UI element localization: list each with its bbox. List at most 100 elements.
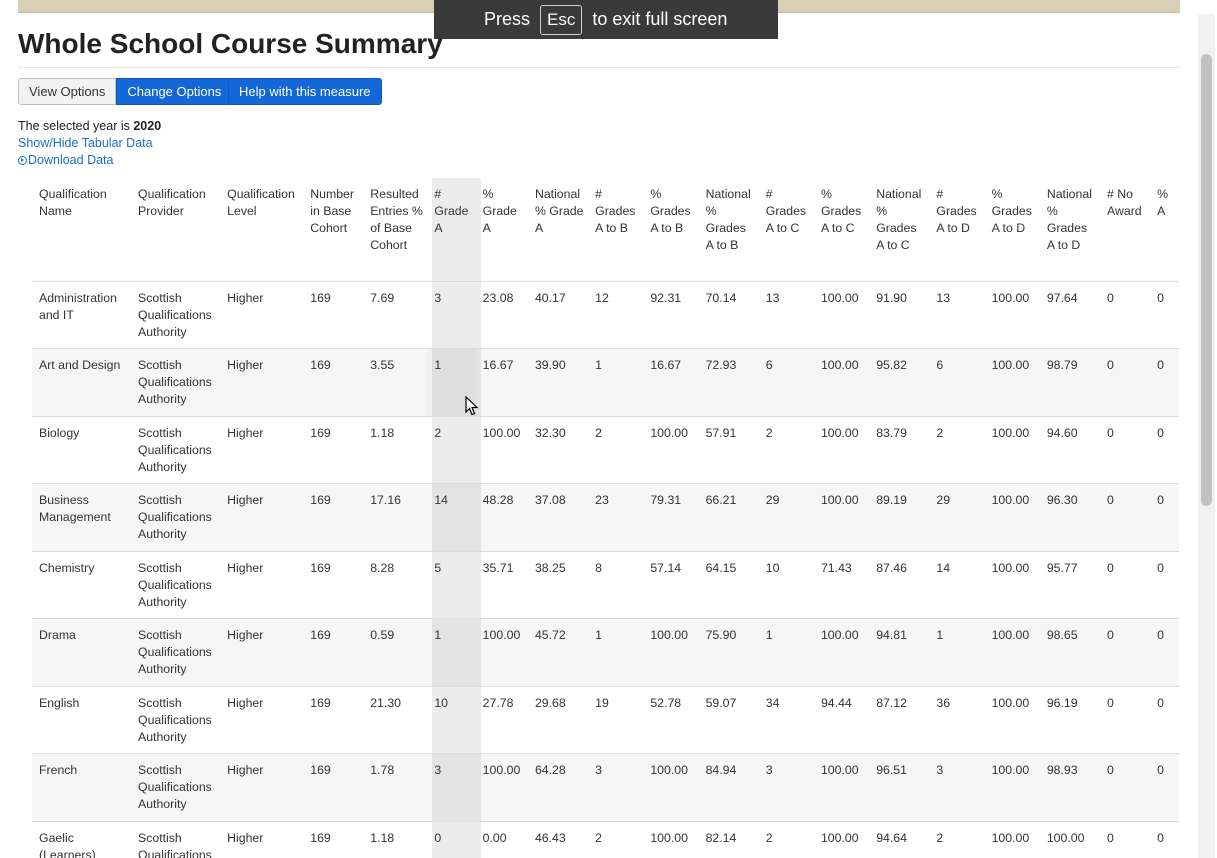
column-header[interactable]: # Grade A [427, 178, 475, 281]
column-header[interactable]: Qualification Level [220, 178, 303, 281]
table-cell: 100.00 [643, 753, 699, 821]
column-header[interactable]: National % Grades A to B [699, 178, 759, 281]
column-header[interactable]: % A [1150, 178, 1179, 281]
table-cell: English [32, 685, 131, 754]
table-cell: 27.78 [475, 685, 528, 754]
table-cell: 0 [1100, 483, 1151, 551]
table-row[interactable]: English Scottish Qualifications Authority… [32, 685, 1179, 754]
table-cell: Higher [220, 753, 304, 821]
table-cell: 169 [303, 820, 364, 858]
table-cell: 8.28 [363, 550, 428, 619]
table-cell: 75.90 [698, 618, 759, 686]
table-cell: Scottish Qualifications Authority [131, 280, 221, 349]
table-cell: 100.00 [813, 753, 870, 821]
table-cell: 0 [1100, 415, 1151, 484]
table-cell: 100.00 [813, 348, 870, 416]
table-cell: 1 [427, 618, 476, 686]
table-cell: 0 [1150, 618, 1179, 686]
table-cell: 84.94 [698, 753, 759, 821]
column-header[interactable]: Qualification Name [32, 178, 131, 281]
change-options-button[interactable]: Change Options [116, 78, 233, 105]
table-cell: 96.51 [869, 753, 930, 821]
table-cell: 10 [758, 550, 814, 619]
table-cell: 169 [303, 415, 364, 484]
table-cell: 0 [1150, 415, 1179, 484]
page-title: Whole School Course Summary [18, 28, 443, 59]
column-header[interactable]: National % Grades A to C [869, 178, 929, 281]
table-cell: 82.14 [698, 820, 759, 858]
table-cell: 0 [1100, 348, 1151, 416]
fullscreen-rest-text: to exit full screen [592, 9, 728, 29]
table-cell: 0 [1150, 483, 1179, 551]
table-row[interactable]: Drama Scottish Qualifications Authority Hi… [32, 618, 1179, 686]
column-header[interactable]: Number in Base Cohort [303, 178, 363, 281]
view-options-button[interactable]: View Options [18, 78, 117, 105]
table-cell: 95.82 [869, 348, 930, 416]
table-cell: 0 [427, 820, 476, 858]
table-cell: 96.30 [1039, 483, 1100, 551]
table-cell: 100.00 [984, 685, 1040, 754]
table-cell: Chemistry [32, 550, 131, 619]
table-row[interactable]: Chemistry Scottish Qualifications Authori… [32, 550, 1179, 619]
table-cell: 0 [1100, 618, 1151, 686]
column-header[interactable]: # Grades A to C [759, 178, 814, 281]
column-header[interactable]: % Grade A [476, 178, 528, 281]
table-cell: 100.00 [984, 280, 1040, 349]
table-row[interactable]: Gaelic (Learners) Scottish Qualifications… [32, 820, 1179, 858]
table-row[interactable]: Art and Design Scottish Qualifications Au… [32, 348, 1179, 416]
download-data-label: Download Data [28, 153, 114, 167]
table-cell: 6 [758, 348, 814, 416]
column-header[interactable]: # Grades A to D [929, 178, 984, 281]
table-cell: 169 [303, 550, 364, 619]
table-cell: 94.44 [813, 685, 870, 754]
table-cell: Administration and IT [32, 280, 131, 349]
table-cell: 0 [1150, 348, 1179, 416]
table-cell: 29 [929, 483, 985, 551]
table-cell: 2 [758, 415, 814, 484]
table-cell: 12 [588, 280, 644, 349]
table-cell: 100.00 [813, 820, 870, 858]
table-cell: 89.19 [869, 483, 930, 551]
table-cell: 2 [588, 415, 644, 484]
column-header[interactable]: Qualification Provider [131, 178, 220, 281]
selected-year-label: The selected year is [18, 119, 130, 133]
column-header[interactable]: % Grades A to C [814, 178, 869, 281]
column-header[interactable]: Resulted Entries % of Base Cohort [363, 178, 427, 281]
column-header[interactable]: National % Grade A [528, 178, 588, 281]
table-row[interactable]: Business Management Scottish Qualificatio… [32, 483, 1179, 551]
table-cell: 17.16 [363, 483, 428, 551]
help-measure-button[interactable]: Help with this measure [228, 78, 382, 105]
column-header[interactable]: National % Grades A to D [1040, 178, 1100, 281]
table-cell: 169 [303, 753, 364, 821]
table-cell: Higher [220, 550, 304, 619]
table-cell: 1 [758, 618, 814, 686]
table-cell: 23.08 [475, 280, 528, 349]
table-row[interactable]: Administration and IT Scottish Qualificat… [32, 280, 1179, 349]
table-cell: 100.00 [475, 753, 528, 821]
table-cell: 94.60 [1039, 415, 1100, 484]
table-cell: 92.31 [643, 280, 699, 349]
column-header[interactable]: % Grades A to D [985, 178, 1040, 281]
table-cell: 2 [758, 820, 814, 858]
table-cell: 100.00 [984, 550, 1040, 619]
table-row[interactable]: French Scottish Qualifications Authority H… [32, 753, 1179, 821]
table-cell: 1 [588, 618, 644, 686]
column-header[interactable]: % Grades A to B [643, 178, 698, 281]
vertical-scrollbar[interactable] [1198, 14, 1215, 858]
table-cell: Scottish Qualifications Authority [131, 550, 221, 619]
table-header-row: Qualification Name Qualification Provider… [32, 178, 1179, 281]
table-cell: 2 [929, 820, 985, 858]
table-cell: 57.91 [698, 415, 759, 484]
table-cell: 3 [588, 753, 644, 821]
download-data-link[interactable]: Download Data [18, 153, 113, 167]
scrollbar-thumb[interactable] [1201, 54, 1212, 506]
table-cell: 13 [758, 280, 814, 349]
table-row[interactable]: Biology Scottish Qualifications Authority… [32, 415, 1179, 484]
show-hide-tabular-link[interactable]: Show/Hide Tabular Data [18, 136, 153, 150]
column-header[interactable]: # Grades A to B [588, 178, 643, 281]
column-header[interactable]: # No Award [1100, 178, 1150, 281]
table-cell: 3.55 [363, 348, 428, 416]
table-cell: 39.90 [527, 348, 589, 416]
table-cell: 100.00 [813, 618, 870, 686]
table-cell: Higher [220, 280, 304, 349]
